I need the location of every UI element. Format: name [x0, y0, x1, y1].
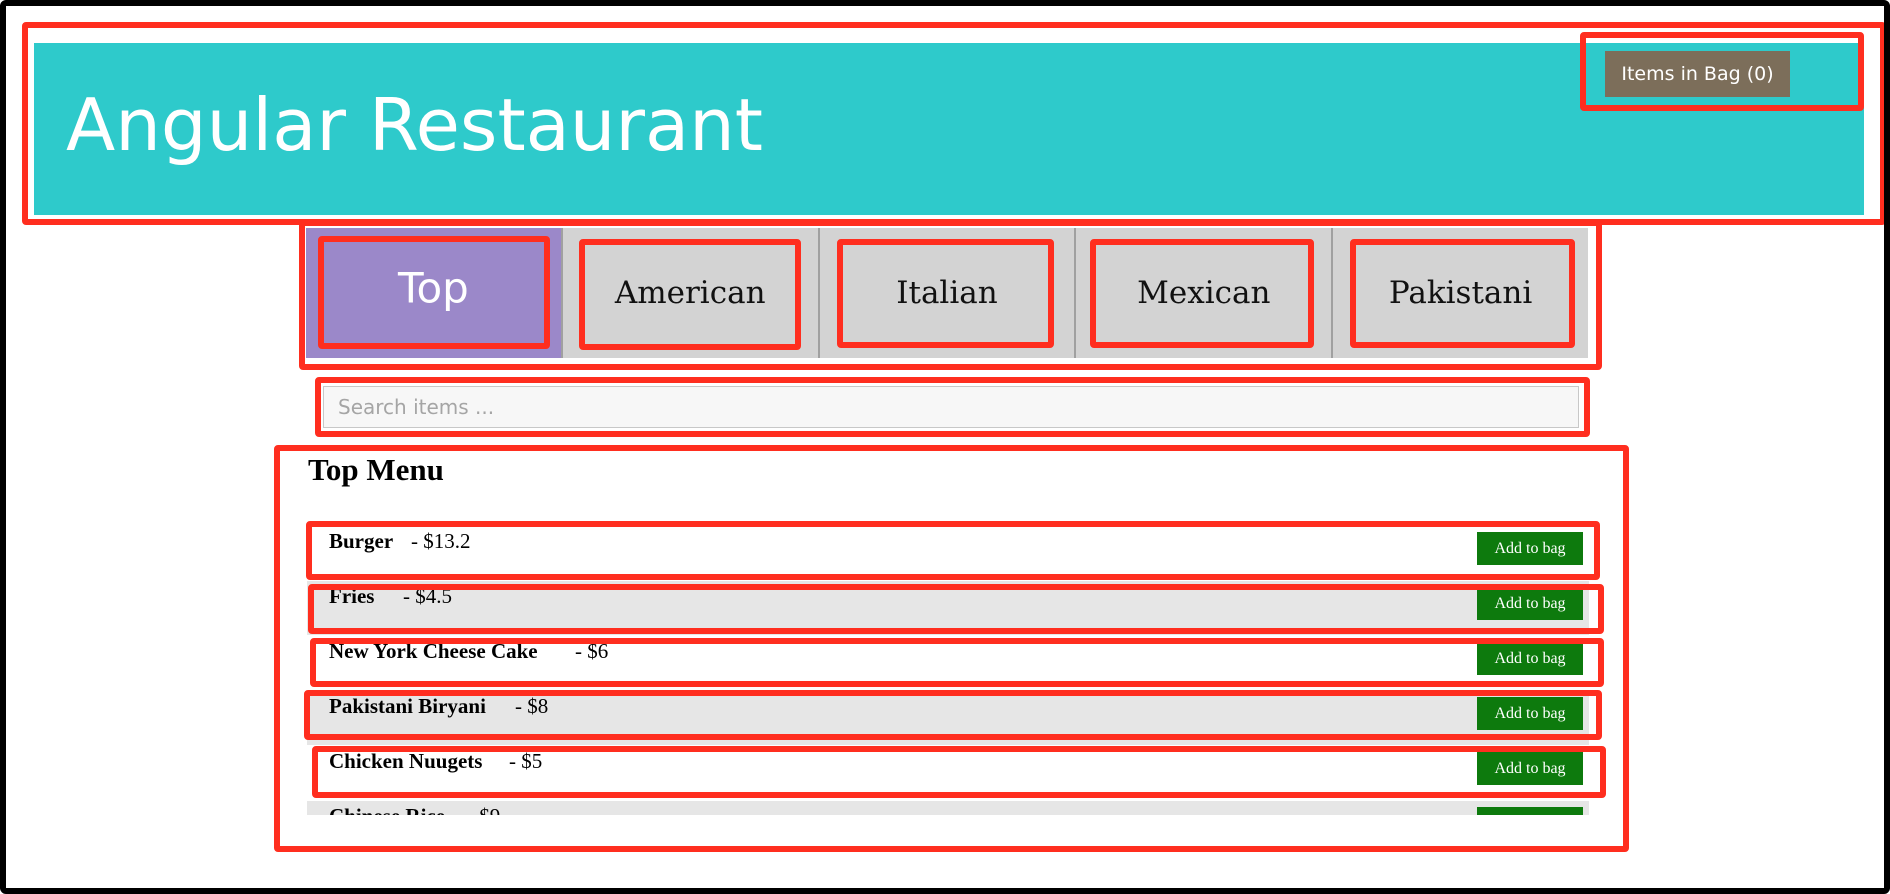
- add-to-bag-button[interactable]: Add to bag: [1477, 697, 1583, 730]
- add-to-bag-button[interactable]: Add to bag: [1477, 752, 1583, 785]
- menu-item-row: Chinese Rice - $9 Add to bag: [307, 801, 1589, 815]
- tab-label: Pakistani: [1388, 275, 1533, 311]
- menu-item-name: Chinese Rice: [329, 804, 445, 815]
- add-to-bag-button[interactable]: Add to bag: [1477, 642, 1583, 675]
- tab-pakistani[interactable]: Pakistani: [1331, 228, 1588, 358]
- app-title: Angular Restaurant: [66, 83, 764, 167]
- menu-item-price: - $8: [515, 694, 549, 718]
- add-to-bag-button[interactable]: Add to bag: [1477, 532, 1583, 565]
- menu-item-row: Fries - $4.5 Add to bag: [307, 581, 1589, 635]
- tab-label: Italian: [896, 275, 998, 311]
- menu-title: Top Menu: [308, 452, 444, 487]
- menu-list[interactable]: Burger - $13.2 Add to bag Fries - $4.5 A…: [307, 526, 1589, 815]
- screenshot-frame: Angular Restaurant Items in Bag (0) Top …: [0, 0, 1890, 894]
- menu-item-name: Pakistani Biryani: [329, 694, 486, 718]
- tab-american[interactable]: American: [560, 228, 818, 358]
- menu-item-price: - $5: [509, 749, 543, 773]
- menu-item-name: Burger: [329, 529, 394, 553]
- menu-item-price: - $9: [467, 804, 500, 815]
- menu-item-price: - $13.2: [411, 529, 471, 553]
- menu-item-name: New York Cheese Cake: [329, 639, 538, 663]
- menu-item-row: Chicken Nuugets - $5 Add to bag: [307, 746, 1589, 800]
- tab-label: Mexican: [1137, 275, 1271, 311]
- tab-label: American: [614, 275, 766, 311]
- tab-top[interactable]: Top: [306, 228, 561, 358]
- tab-label: Top: [397, 263, 469, 313]
- items-in-bag-button[interactable]: Items in Bag (0): [1605, 51, 1790, 97]
- menu-item-row: Pakistani Biryani - $8 Add to bag: [307, 691, 1589, 745]
- menu-item-name: Chicken Nuugets: [329, 749, 483, 773]
- tab-mexican[interactable]: Mexican: [1074, 228, 1331, 358]
- menu-item-row: New York Cheese Cake - $6 Add to bag: [307, 636, 1589, 690]
- search-input[interactable]: [323, 386, 1579, 428]
- menu-item-row: Burger - $13.2 Add to bag: [307, 526, 1589, 580]
- category-tabs: Top American Italian Mexican Pakistani: [306, 228, 1588, 358]
- menu-item-price: - $4.5: [403, 584, 452, 608]
- menu-item-price: - $6: [575, 639, 609, 663]
- menu-item-name: Fries: [329, 584, 375, 608]
- add-to-bag-button[interactable]: Add to bag: [1477, 587, 1583, 620]
- tab-italian[interactable]: Italian: [817, 228, 1075, 358]
- app-header: Angular Restaurant Items in Bag (0): [34, 43, 1864, 215]
- add-to-bag-button[interactable]: Add to bag: [1477, 807, 1583, 815]
